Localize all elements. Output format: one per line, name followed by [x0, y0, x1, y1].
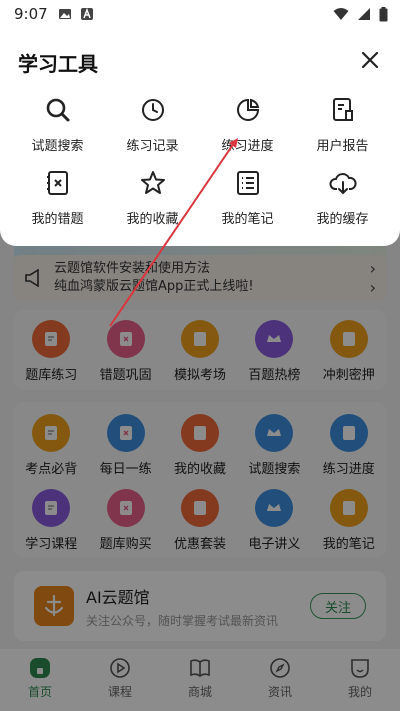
pie-chart-icon: [233, 95, 263, 125]
tool-my-notes[interactable]: 我的笔记: [200, 168, 295, 227]
wifi-icon: [333, 8, 349, 20]
learning-tools-panel: 学习工具 试题搜索 练习记录 练习进度 用户报告 我的错题 我的收藏 我的笔记 …: [0, 0, 400, 246]
panel-title: 学习工具: [18, 52, 98, 76]
battery-icon: [379, 6, 388, 21]
search-icon: [43, 95, 73, 125]
tool-my-cache[interactable]: 我的缓存: [295, 168, 390, 227]
app-notification-icon: [80, 7, 93, 20]
wrong-questions-icon: [43, 168, 73, 198]
signal-icon: [358, 8, 370, 20]
tool-question-search[interactable]: 试题搜索: [10, 95, 105, 154]
report-icon: [328, 95, 358, 125]
clock-icon: [138, 95, 168, 125]
close-button[interactable]: [356, 46, 384, 74]
notes-icon: [233, 168, 263, 198]
tool-user-report[interactable]: 用户报告: [295, 95, 390, 154]
status-bar: 9:07: [0, 0, 400, 28]
cloud-download-icon: [328, 168, 358, 198]
tool-practice-progress[interactable]: 练习进度: [200, 95, 295, 154]
image-notification-icon: [58, 9, 71, 19]
tool-my-wrong-questions[interactable]: 我的错题: [10, 168, 105, 227]
close-icon: [361, 51, 379, 69]
tool-my-favorites[interactable]: 我的收藏: [105, 168, 200, 227]
star-icon: [138, 168, 168, 198]
tool-practice-records[interactable]: 练习记录: [105, 95, 200, 154]
status-time: 9:07: [14, 5, 48, 23]
